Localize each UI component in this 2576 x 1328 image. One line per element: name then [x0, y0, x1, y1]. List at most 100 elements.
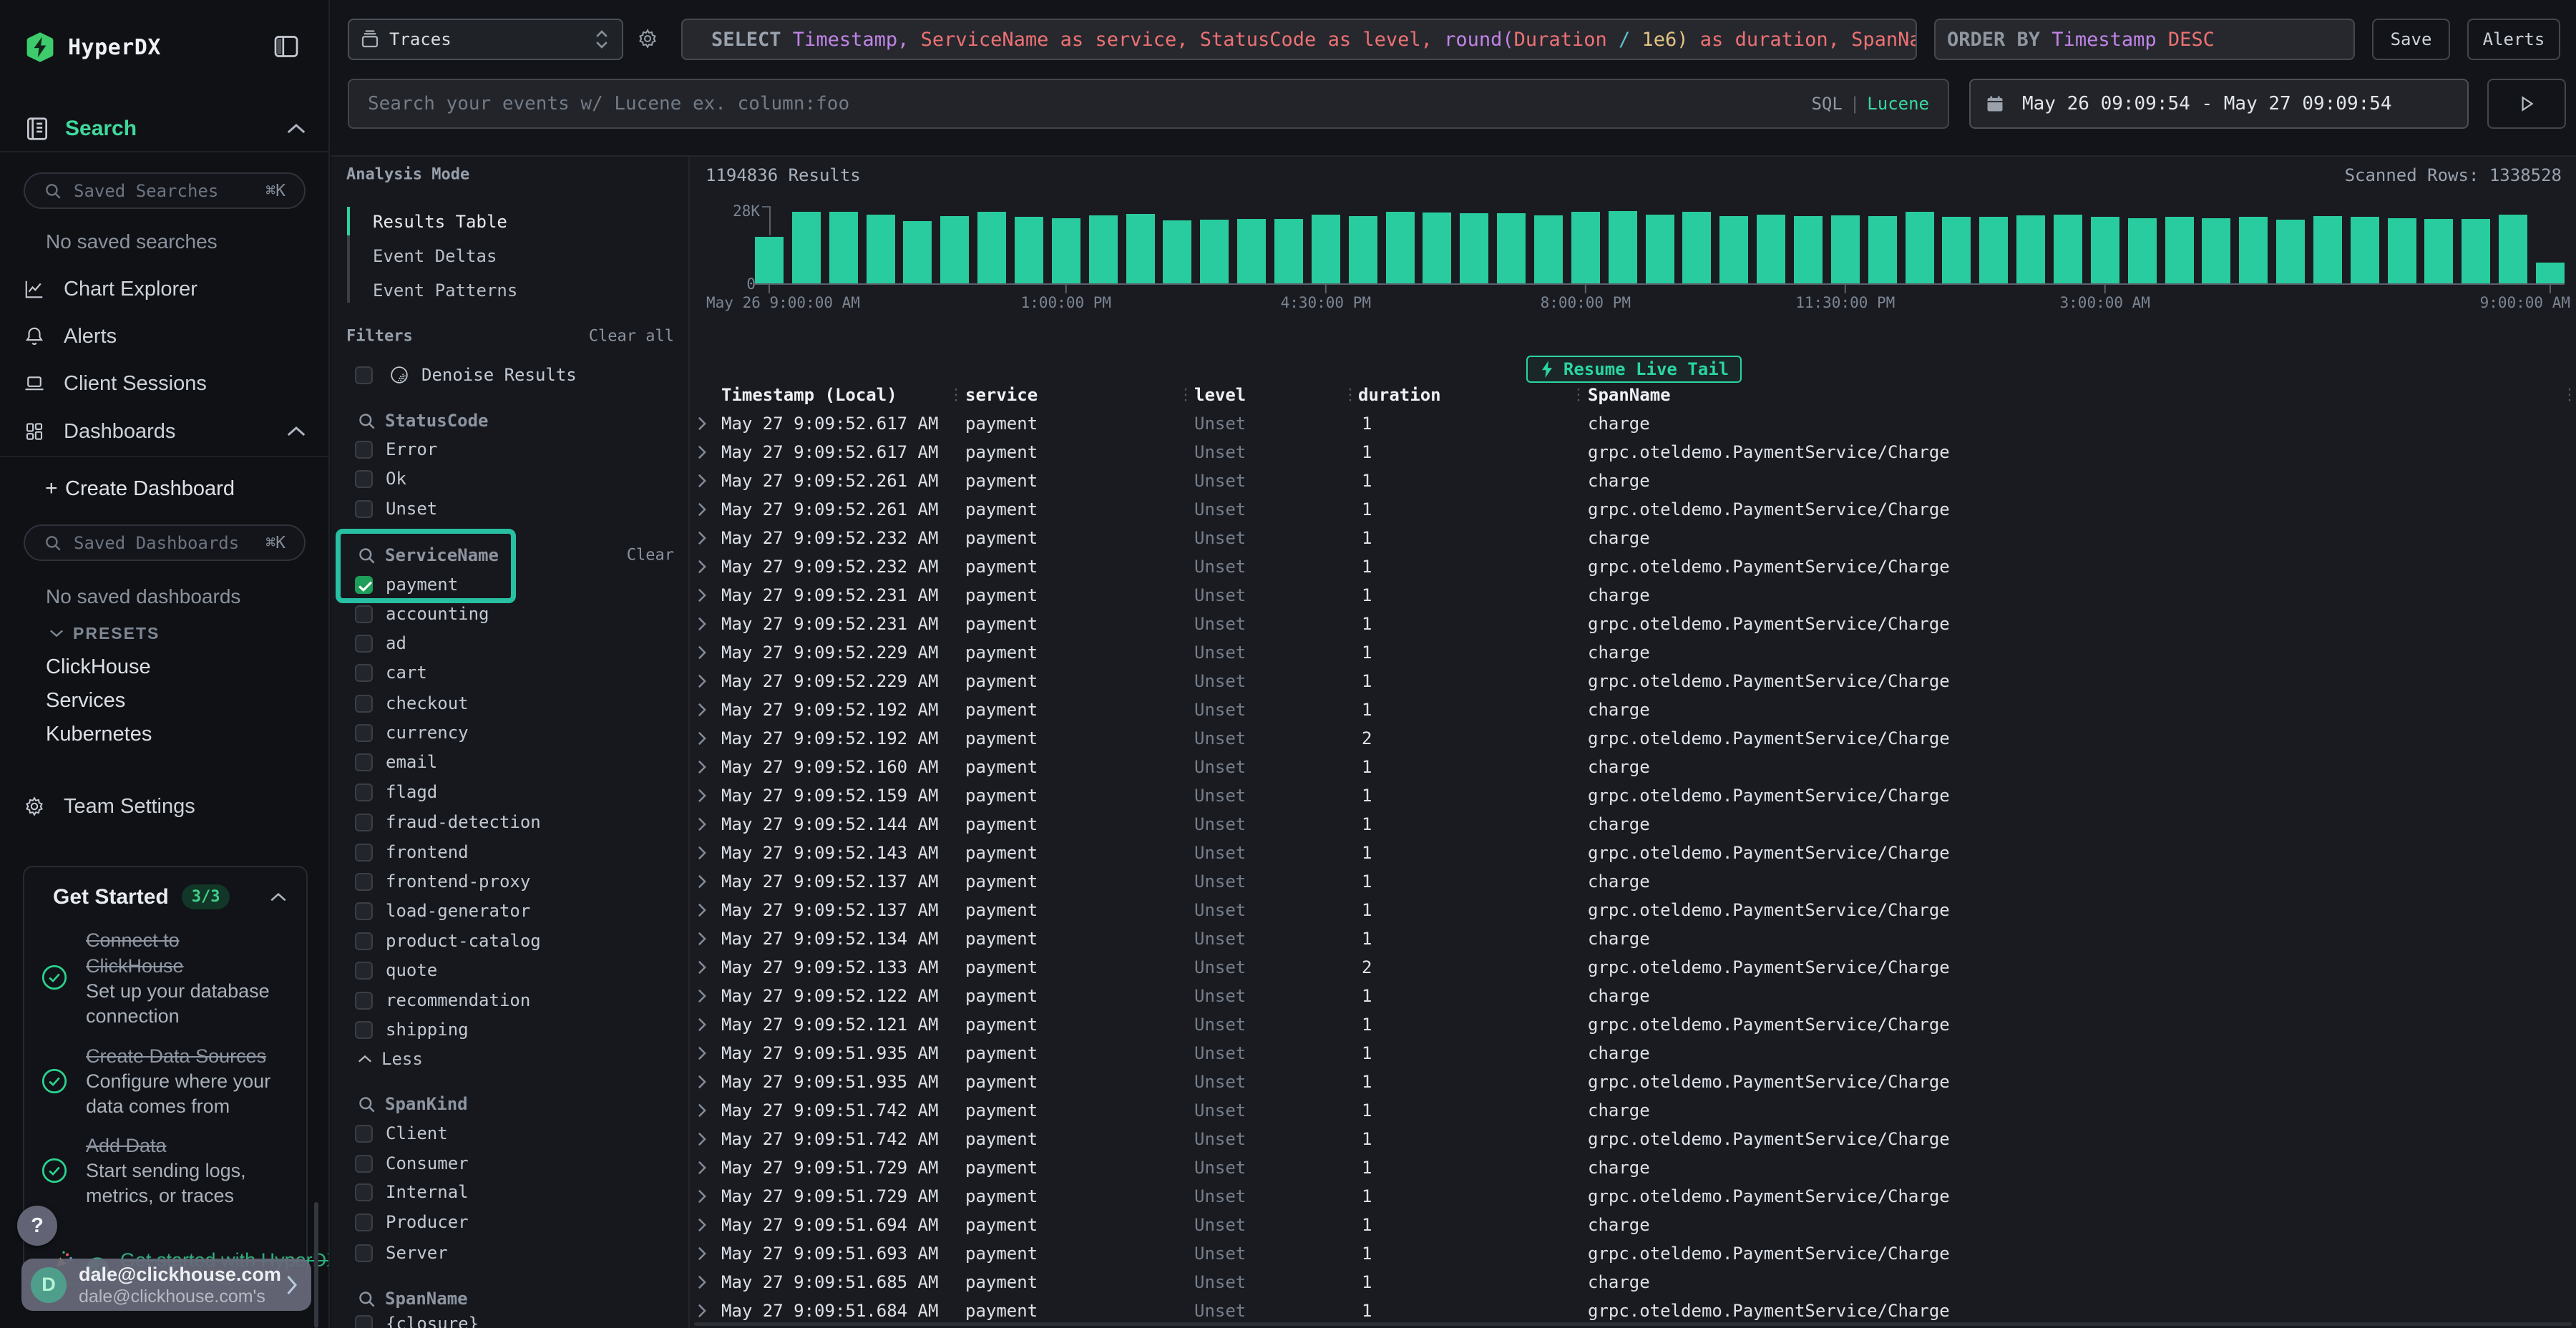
- preset-item-services[interactable]: Services: [46, 689, 125, 713]
- checkbox-unchecked[interactable]: [355, 753, 373, 771]
- checkbox-unchecked[interactable]: [355, 1315, 373, 1328]
- row-expand-icon[interactable]: [696, 845, 708, 861]
- column-grip-icon[interactable]: ⋮: [1178, 386, 1194, 404]
- lang-toggle-lucene[interactable]: Lucene: [1867, 94, 1929, 114]
- chevron-up-icon[interactable]: [286, 425, 307, 438]
- checkbox-unchecked[interactable]: [355, 902, 373, 920]
- table-row[interactable]: May 27 9:09:52.192 AMpaymentUnset2grpc.o…: [690, 724, 2576, 753]
- table-row[interactable]: May 27 9:09:51.935 AMpaymentUnset1grpc.o…: [690, 1068, 2576, 1096]
- table-row[interactable]: May 27 9:09:52.137 AMpaymentUnset1charge: [690, 867, 2576, 896]
- filter-option-ad[interactable]: ad: [355, 633, 406, 653]
- column-header-duration[interactable]: duration: [1358, 385, 1441, 405]
- row-expand-icon[interactable]: [696, 1217, 708, 1233]
- checkbox-unchecked[interactable]: [355, 635, 373, 653]
- gear-icon[interactable]: [637, 28, 658, 49]
- filter-option-product-catalog[interactable]: product-catalog: [355, 931, 541, 951]
- sidebar-item-alerts[interactable]: Alerts: [24, 319, 307, 353]
- checkbox-unchecked[interactable]: [355, 724, 373, 742]
- row-expand-icon[interactable]: [696, 1017, 708, 1032]
- filter-option-checkout[interactable]: checkout: [355, 693, 469, 713]
- filter-option-client[interactable]: Client: [355, 1123, 448, 1143]
- row-expand-icon[interactable]: [696, 645, 708, 660]
- table-row[interactable]: May 27 9:09:52.122 AMpaymentUnset1charge: [690, 982, 2576, 1010]
- filter-option-load-generator[interactable]: load-generator: [355, 901, 530, 921]
- column-grip-icon[interactable]: ⋮: [1571, 386, 1586, 404]
- table-row[interactable]: May 27 9:09:52.232 AMpaymentUnset1grpc.o…: [690, 552, 2576, 581]
- row-expand-icon[interactable]: [696, 1131, 708, 1147]
- filter-option-frontend-proxy[interactable]: frontend-proxy: [355, 872, 530, 892]
- table-row[interactable]: May 27 9:09:52.232 AMpaymentUnset1charge: [690, 524, 2576, 552]
- filter-option-shipping[interactable]: shipping: [355, 1020, 469, 1040]
- column-header-spanname[interactable]: SpanName: [1588, 385, 1671, 405]
- checkbox-unchecked[interactable]: [355, 1021, 373, 1039]
- checkbox-unchecked[interactable]: [355, 992, 373, 1010]
- column-grip-icon[interactable]: ⋮: [2562, 386, 2576, 404]
- filter-option-recommendation[interactable]: recommendation: [355, 990, 530, 1010]
- row-expand-icon[interactable]: [696, 960, 708, 975]
- saved-dashboards-input[interactable]: Saved Dashboards ⌘K: [24, 524, 306, 561]
- lang-toggle-sql[interactable]: SQL: [1811, 94, 1842, 114]
- chevron-up-icon[interactable]: [286, 122, 307, 135]
- table-row[interactable]: May 27 9:09:51.742 AMpaymentUnset1grpc.o…: [690, 1125, 2576, 1153]
- filter-option-quote[interactable]: quote: [355, 960, 437, 980]
- analysis-mode-results-table[interactable]: Results Table: [373, 212, 507, 232]
- table-row[interactable]: May 27 9:09:51.685 AMpaymentUnset1charge: [690, 1268, 2576, 1297]
- row-expand-icon[interactable]: [696, 702, 708, 718]
- table-row[interactable]: May 27 9:09:52.160 AMpaymentUnset1charge: [690, 753, 2576, 781]
- filter-option-payment[interactable]: payment: [355, 575, 458, 595]
- row-expand-icon[interactable]: [696, 874, 708, 889]
- row-expand-icon[interactable]: [696, 816, 708, 832]
- filter-option-server[interactable]: Server: [355, 1243, 448, 1263]
- filter-option-fraud-detection[interactable]: fraud-detection: [355, 812, 541, 832]
- checkbox-unchecked[interactable]: [355, 500, 373, 518]
- table-row[interactable]: May 27 9:09:52.231 AMpaymentUnset1grpc.o…: [690, 610, 2576, 638]
- filter-option-producer[interactable]: Producer: [355, 1212, 469, 1232]
- filter-option-currency[interactable]: currency: [355, 723, 469, 743]
- resume-live-tail-button[interactable]: Resume Live Tail: [1526, 356, 1742, 383]
- run-query-button[interactable]: [2487, 79, 2566, 129]
- table-row[interactable]: May 27 9:09:51.693 AMpaymentUnset1grpc.o…: [690, 1239, 2576, 1268]
- clear-all-button[interactable]: Clear all: [589, 328, 674, 346]
- sidebar-item-chart-explorer[interactable]: Chart Explorer: [24, 272, 307, 306]
- checkbox-unchecked[interactable]: [355, 470, 373, 488]
- column-grip-icon[interactable]: ⋮: [1342, 386, 1358, 404]
- presets-toggle[interactable]: PRESETS: [49, 622, 160, 644]
- create-dashboard-button[interactable]: + Create Dashboard: [45, 473, 307, 504]
- event-search-input[interactable]: Search your events w/ Lucene ex. column:…: [348, 79, 1949, 129]
- row-expand-icon[interactable]: [696, 616, 708, 632]
- row-expand-icon[interactable]: [696, 788, 708, 804]
- analysis-mode-event-patterns[interactable]: Event Patterns: [373, 280, 517, 301]
- table-row[interactable]: May 27 9:09:52.229 AMpaymentUnset1grpc.o…: [690, 667, 2576, 695]
- table-row[interactable]: May 27 9:09:52.143 AMpaymentUnset1grpc.o…: [690, 839, 2576, 867]
- table-row[interactable]: May 27 9:09:52.261 AMpaymentUnset1grpc.o…: [690, 495, 2576, 524]
- filter-option-ok[interactable]: Ok: [355, 469, 406, 489]
- filter-option-frontend[interactable]: frontend: [355, 842, 469, 862]
- row-expand-icon[interactable]: [696, 1246, 708, 1261]
- table-row[interactable]: May 27 9:09:52.617 AMpaymentUnset1charge: [690, 409, 2576, 438]
- sidebar-section-search[interactable]: Search: [24, 113, 307, 145]
- date-range-input[interactable]: May 26 09:09:54 - May 27 09:09:54: [1969, 79, 2469, 129]
- row-expand-icon[interactable]: [696, 473, 708, 489]
- table-row[interactable]: May 27 9:09:51.694 AMpaymentUnset1charge: [690, 1211, 2576, 1239]
- table-row[interactable]: May 27 9:09:52.231 AMpaymentUnset1charge: [690, 581, 2576, 610]
- table-row[interactable]: May 27 9:09:52.144 AMpaymentUnset1charge: [690, 810, 2576, 839]
- row-expand-icon[interactable]: [696, 1303, 708, 1319]
- row-expand-icon[interactable]: [696, 759, 708, 775]
- row-expand-icon[interactable]: [696, 530, 708, 546]
- checkbox-unchecked[interactable]: [355, 605, 373, 623]
- sidebar-item-client-sessions[interactable]: Client Sessions: [24, 366, 307, 401]
- row-expand-icon[interactable]: [696, 1103, 708, 1118]
- user-profile-bar[interactable]: D dale@clickhouse.com dale@clickhouse.co…: [21, 1259, 311, 1311]
- filter-option-error[interactable]: Error: [355, 439, 437, 459]
- filter-option-unset[interactable]: Unset: [355, 499, 437, 519]
- order-by-editor[interactable]: ORDER BY Timestamp DESC: [1934, 19, 2355, 60]
- checkbox-unchecked[interactable]: [355, 1214, 373, 1231]
- checkbox-unchecked[interactable]: [355, 441, 373, 459]
- row-expand-icon[interactable]: [696, 1188, 708, 1204]
- save-button[interactable]: Save: [2372, 19, 2450, 60]
- row-expand-icon[interactable]: [696, 1274, 708, 1290]
- row-expand-icon[interactable]: [696, 1045, 708, 1061]
- sidebar-collapse-icon[interactable]: [274, 36, 298, 57]
- checkbox-unchecked[interactable]: [355, 1125, 373, 1143]
- checkbox-unchecked[interactable]: [355, 1244, 373, 1262]
